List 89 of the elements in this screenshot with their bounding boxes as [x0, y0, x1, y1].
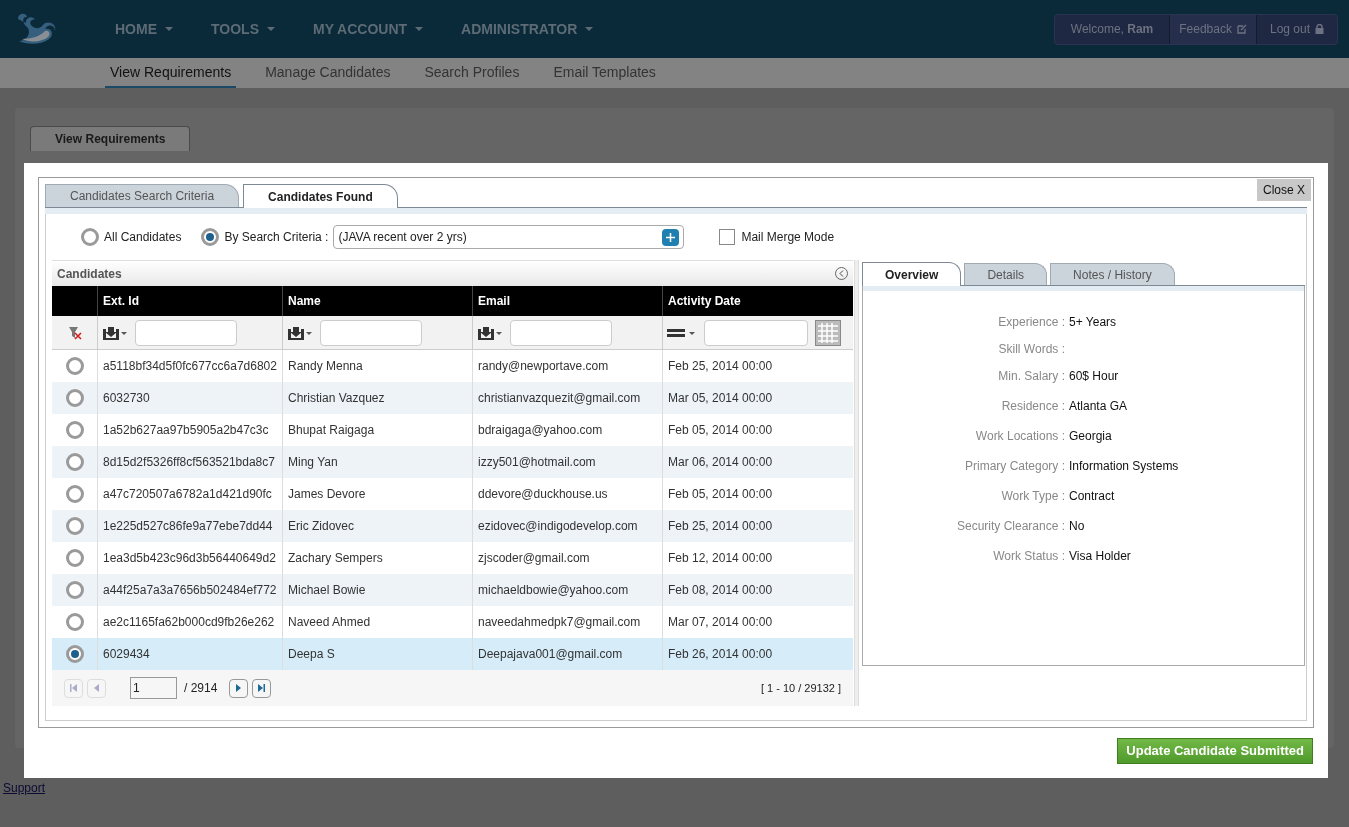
- table-row[interactable]: 6032730 Christian Vazquez christianvazquezit@gmail.com Mar 05, 2014 00:00: [52, 382, 853, 414]
- table-cell: Deepajava001@gmail.com: [472, 638, 662, 670]
- table-row[interactable]: a44f25a7a3a7656b502484ef772 Michael Bowie michaeldbowie@yahoo.com Feb 08, 2014 00:00: [52, 574, 853, 606]
- field-value: 5+ Years: [1069, 314, 1117, 331]
- field-value: Visa Holder: [1069, 548, 1131, 565]
- field-label: Security Clearance :: [955, 518, 1066, 535]
- field-value: 60$ Hour: [1069, 368, 1119, 385]
- radio-button[interactable]: [201, 228, 220, 246]
- caret-icon: [266, 27, 275, 31]
- field-label: Primary Category :: [963, 458, 1066, 475]
- filter-field[interactable]: [135, 319, 237, 346]
- dialog-tab[interactable]: Candidates Found: [243, 184, 398, 208]
- equals-filter-icon[interactable]: [667, 327, 697, 338]
- radio-button[interactable]: [65, 389, 84, 407]
- caret-icon: [415, 27, 424, 31]
- radio-label: All Candidates: [104, 229, 182, 246]
- field-label: Work Locations :: [974, 428, 1066, 445]
- table-row[interactable]: 1e225d527c86fe9a77ebe7dd44 Eric Zidovec ezidovec@indigodevelop.com Feb 25, 2014 00:00: [52, 510, 853, 542]
- table-row[interactable]: 8d15d2f5326ff8cf563521bda8c7 Ming Yan izzy501@hotmail.com Mar 06, 2014 00:00: [52, 446, 853, 478]
- detail-tab[interactable]: Overview: [862, 262, 962, 286]
- triangle-right-icon: [235, 684, 243, 692]
- caret-icon: [165, 27, 173, 31]
- radio-button[interactable]: [65, 453, 84, 471]
- table-cell: Feb 26, 2014 00:00: [662, 638, 853, 670]
- radio-button[interactable]: [65, 613, 84, 631]
- field-label: Work Type :: [1000, 488, 1066, 505]
- sub-nav-tab[interactable]: View Requirements: [105, 58, 237, 88]
- add-button[interactable]: [662, 228, 680, 246]
- filter-field[interactable]: [510, 319, 612, 346]
- radio-button[interactable]: [65, 645, 84, 663]
- grid-title: Candidates: [57, 265, 122, 283]
- last-page-button[interactable]: [252, 678, 272, 698]
- detail-tab[interactable]: Notes / History: [1050, 263, 1175, 285]
- table-row[interactable]: 1ea3d5b423c96d3b56440649d2 Zachary Sempers zjscoder@gmail.com Feb 12, 2014 00:00: [52, 542, 853, 574]
- page-count: / 2914: [184, 680, 218, 697]
- table-cell: Deepa S: [282, 638, 472, 670]
- dialog-tab[interactable]: Candidates Search Criteria: [45, 184, 240, 207]
- field-value: Georgia: [1069, 428, 1112, 445]
- field-value: Information Systems: [1069, 458, 1179, 475]
- calendar-icon[interactable]: [815, 319, 841, 346]
- field-label: Residence :: [1000, 398, 1066, 415]
- criteria-value: (JAVA recent over 2 yrs): [338, 229, 467, 246]
- radio-button[interactable]: [65, 581, 84, 599]
- checkbox-label: Mail Merge Mode: [741, 229, 835, 246]
- record-range: [ 1 - 10 / 29132 ]: [760, 680, 841, 696]
- first-page-button[interactable]: [64, 678, 83, 698]
- plus-icon: [666, 232, 676, 242]
- caret-icon: [585, 27, 594, 31]
- field-value: Contract: [1069, 488, 1115, 505]
- prev-page-button[interactable]: [87, 678, 106, 698]
- radio-button[interactable]: [65, 517, 84, 535]
- lock-icon: [1315, 24, 1324, 34]
- table-row[interactable]: 1a52b627aa97b5905a2b47c3c Bhupat Raigaga bdraigaga@yahoo.com Feb 05, 2014 00:00: [52, 414, 853, 446]
- checkbox[interactable]: [719, 229, 736, 245]
- field-label: Skill Words :: [997, 341, 1066, 358]
- welcome-text: Welcome, Ram: [1070, 21, 1154, 38]
- detail-tab[interactable]: Details: [964, 263, 1048, 285]
- page-tab[interactable]: View Requirements: [30, 126, 191, 151]
- radio-button[interactable]: [81, 228, 99, 246]
- field-label: Min. Salary :: [997, 368, 1066, 385]
- triangle-left-icon: [93, 684, 100, 692]
- filter-field[interactable]: [704, 319, 808, 346]
- criteria-field[interactable]: (JAVA recent over 2 yrs): [333, 225, 685, 249]
- next-page-button[interactable]: [229, 678, 249, 698]
- radio-button[interactable]: [65, 549, 84, 567]
- filter-field[interactable]: [320, 319, 422, 346]
- table-row[interactable]: 6029434 Deepa S Deepajava001@gmail.com Feb 26, 2014 00:00: [52, 638, 853, 670]
- clear-filter-icon[interactable]: [67, 325, 82, 340]
- table-row[interactable]: ae2c1165fa62b000cd9fb26e262 Naveed Ahmed naveedahmedpk7@gmail.com Mar 07, 2014 00:00: [52, 606, 853, 638]
- table-row[interactable]: a5118bf34d5f0fc677cc6a7d6802 Randy Menna randy@newportave.com Feb 25, 2014 00:00: [52, 350, 853, 382]
- edit-icon: [1236, 24, 1247, 34]
- page-field[interactable]: 1: [130, 677, 177, 699]
- table-row[interactable]: a47c720507a6782a1d421d90fc James Devore ddevore@duckhouse.us Feb 05, 2014 00:00: [52, 478, 853, 510]
- filter-type-icon[interactable]: [287, 325, 313, 340]
- table-cell: 6029434: [97, 638, 282, 670]
- filter-type-icon[interactable]: [477, 325, 503, 340]
- filter-type-icon[interactable]: [102, 325, 128, 340]
- radio-button[interactable]: [65, 357, 84, 375]
- radio-label: By Search Criteria :: [224, 229, 329, 246]
- skip-back-icon: [70, 684, 77, 692]
- field-value: Atlanta GA: [1069, 398, 1128, 415]
- field-label: Work Status :: [992, 548, 1066, 565]
- field-label: Experience :: [997, 314, 1066, 331]
- close-button[interactable]: Close X: [1256, 179, 1311, 201]
- radio-button[interactable]: [65, 485, 84, 503]
- radio-button[interactable]: [65, 421, 84, 439]
- chevron-left-icon: [839, 270, 844, 277]
- field-value: No: [1069, 518, 1085, 535]
- skip-forward-icon: [258, 684, 266, 692]
